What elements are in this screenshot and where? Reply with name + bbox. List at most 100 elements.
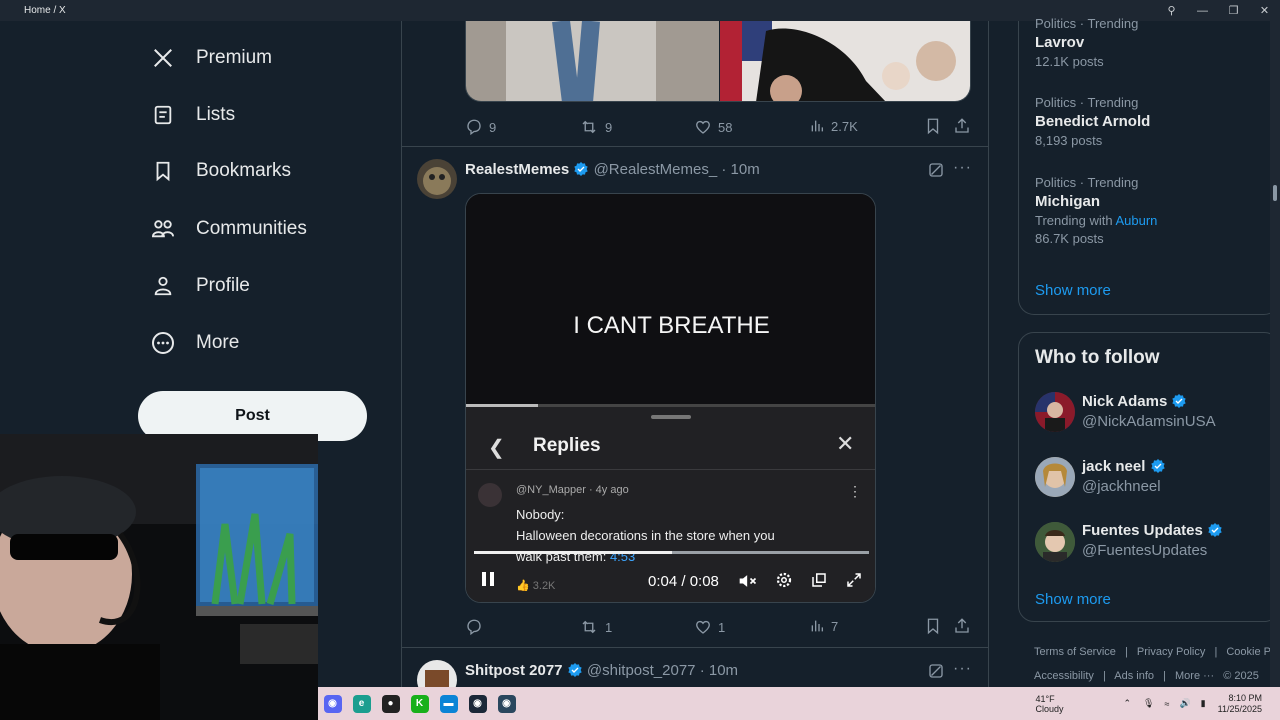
close-icon[interactable]: ✕ <box>1249 4 1280 17</box>
panel-title: Replies <box>533 435 601 456</box>
views-count: 2.7K <box>831 118 858 134</box>
footer-link-ads[interactable]: Ads info <box>1114 670 1154 682</box>
trend-count: 86.7K posts <box>1035 231 1104 246</box>
nav-item-more[interactable]: More <box>148 323 239 363</box>
show-more-follow[interactable]: Show more <box>1035 591 1111 608</box>
avatar[interactable] <box>417 159 457 199</box>
grok-icon[interactable] <box>927 161 945 184</box>
footer-link-cookie[interactable]: Cookie P <box>1226 646 1271 658</box>
reply-button[interactable] <box>465 618 489 636</box>
chevron-up-icon[interactable]: ⌃ <box>1124 698 1132 709</box>
volume-icon[interactable]: 🔊 <box>1179 698 1190 709</box>
battery-icon[interactable]: ▮ <box>1201 698 1206 709</box>
reply-button[interactable]: 9 <box>465 118 496 136</box>
more-options-icon[interactable]: ··· <box>953 159 972 177</box>
clock[interactable]: 8:10 PM 11/25/2025 <box>1218 693 1262 715</box>
drag-handle[interactable] <box>651 415 691 419</box>
restore-button[interactable]: ❐ <box>1218 4 1249 17</box>
wifi-icon[interactable]: ≈ <box>1164 699 1169 709</box>
steam-secondary-icon[interactable]: ◉ <box>497 694 516 713</box>
heart-icon <box>696 120 710 134</box>
avatar[interactable] <box>417 660 457 687</box>
nav-item-profile[interactable]: Profile <box>148 266 250 306</box>
webcam-image <box>0 434 318 720</box>
repost-button[interactable]: 9 <box>579 118 612 136</box>
share-icon[interactable] <box>953 617 971 640</box>
twitter-app-icon[interactable]: ▬ <box>439 694 458 713</box>
views-button[interactable]: 2.7K <box>809 118 858 134</box>
footer-link-more[interactable]: More ··· <box>1175 670 1214 682</box>
edge-icon[interactable]: e <box>352 694 371 713</box>
footer-link-terms[interactable]: Terms of Service <box>1034 646 1116 658</box>
comment-menu-icon[interactable]: ⋮ <box>848 483 862 500</box>
repost-count: 9 <box>605 119 613 135</box>
author-handle[interactable]: @RealestMemes_ <box>594 161 718 178</box>
obs-icon[interactable]: ● <box>381 694 400 713</box>
like-button[interactable]: 1 <box>694 618 725 636</box>
footer-link-accessibility[interactable]: Accessibility <box>1034 670 1094 682</box>
like-button[interactable]: 58 <box>694 118 732 136</box>
scrollbar[interactable] <box>1270 21 1280 687</box>
like-count: 1 <box>718 619 726 635</box>
kick-icon[interactable]: K <box>410 694 429 713</box>
avatar[interactable] <box>1035 522 1075 562</box>
tweet-time[interactable]: · 10m <box>700 662 738 679</box>
trends-panel: Politics · Trending Lavrov 12.1K posts P… <box>1018 16 1280 315</box>
mute-icon[interactable] <box>738 572 758 595</box>
scrollbar-thumb[interactable] <box>1273 185 1277 201</box>
main-feed: 9 9 58 2.7K RealestMemes @RealestMemes_ … <box>401 21 989 687</box>
thumbs-up-icon[interactable]: 👍 <box>516 580 530 592</box>
trend-with-label: Trending with <box>1035 213 1113 228</box>
nav-item-bookmarks[interactable]: Bookmarks <box>148 151 291 191</box>
comment-user[interactable]: @NY_Mapper <box>516 484 586 496</box>
search-icon[interactable]: ⚲ <box>1156 4 1187 17</box>
pause-icon[interactable] <box>480 571 496 592</box>
views-button[interactable]: 7 <box>809 618 838 634</box>
follow-suggestion[interactable]: Fuentes Updates @FuentesUpdates <box>1082 522 1223 559</box>
microphone-icon[interactable]: 🎙 <box>1143 698 1154 709</box>
trend-item[interactable]: Politics · Trending Benedict Arnold 8,19… <box>1035 95 1150 148</box>
follow-suggestion[interactable]: jack neel @jackhneel <box>1082 458 1166 495</box>
bookmark-icon <box>148 156 178 186</box>
settings-gear-icon[interactable] <box>775 571 793 594</box>
avatar[interactable] <box>1035 392 1075 432</box>
nav-item-premium[interactable]: Premium <box>148 38 272 78</box>
chevron-left-icon[interactable]: ❮ <box>488 435 505 460</box>
list-icon <box>148 100 178 130</box>
author-name[interactable]: Shitpost 2077 <box>465 662 563 679</box>
video-caption: I CANT BREATHE <box>573 312 770 339</box>
more-options-icon[interactable]: ··· <box>953 660 972 678</box>
pip-icon[interactable] <box>810 571 828 594</box>
nav-item-communities[interactable]: Communities <box>148 209 307 249</box>
close-icon[interactable]: ✕ <box>836 431 854 457</box>
video-player[interactable]: I CANT BREATHE ❮ Replies ✕ @NY_Mapper · … <box>465 193 876 603</box>
weather-temp: 41°F <box>1035 693 1055 704</box>
weather-widget[interactable]: 41°F Cloudy <box>1035 694 1063 714</box>
trend-item[interactable]: Politics · Trending Lavrov 12.1K posts <box>1035 16 1138 69</box>
x-logo-icon <box>148 43 178 73</box>
tweet-time[interactable]: · 10m <box>721 161 759 178</box>
trend-item[interactable]: Politics · Trending Michigan Trending wi… <box>1035 175 1157 246</box>
divider <box>466 469 875 470</box>
repost-button[interactable]: 1 <box>579 618 612 636</box>
fullscreen-icon[interactable] <box>845 571 863 594</box>
grok-icon[interactable] <box>927 662 945 685</box>
author-name[interactable]: RealestMemes <box>465 161 569 178</box>
avatar[interactable] <box>1035 457 1075 497</box>
trend-with-link[interactable]: Auburn <box>1115 213 1157 228</box>
bookmark-icon[interactable] <box>924 117 942 140</box>
bookmark-icon[interactable] <box>924 617 942 640</box>
show-more-trends[interactable]: Show more <box>1035 282 1111 299</box>
nav-item-lists[interactable]: Lists <box>148 95 235 135</box>
author-handle[interactable]: @shitpost_2077 <box>587 662 696 679</box>
comment-avatar[interactable] <box>478 483 502 507</box>
share-icon[interactable] <box>953 117 971 140</box>
tweet-media[interactable] <box>465 21 971 102</box>
minimize-button[interactable]: — <box>1187 5 1218 17</box>
footer-link-privacy[interactable]: Privacy Policy <box>1137 646 1205 658</box>
suggest-handle: @jackhneel <box>1082 478 1161 495</box>
discord-icon[interactable]: ◉ <box>323 694 342 713</box>
clock-time: 8:10 PM <box>1228 692 1262 703</box>
follow-suggestion[interactable]: Nick Adams @NickAdamsinUSA <box>1082 393 1216 430</box>
steam-icon[interactable]: ◉ <box>468 694 487 713</box>
